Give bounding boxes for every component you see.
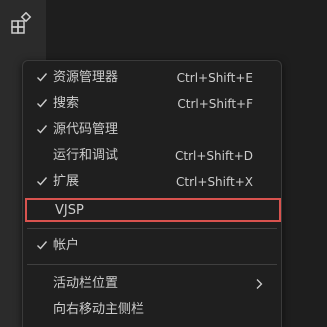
checkmark-icon (37, 177, 48, 186)
menu-item-search[interactable]: 搜索 Ctrl+Shift+F (27, 91, 277, 117)
menu-item-label: VJSP (55, 203, 84, 218)
menu-item-activity-bar-position[interactable]: 活动栏位置 (27, 271, 277, 297)
menu-item-label: 源代码管理 (53, 122, 119, 137)
menu-item-shortcut: Ctrl+Shift+D (175, 149, 253, 163)
activity-bar-context-menu: 资源管理器 Ctrl+Shift+E 搜索 Ctrl+Shift+F 源代码管理… (22, 60, 282, 327)
menu-item-label: 资源管理器 (53, 70, 119, 85)
extensions-activity-item[interactable] (0, 0, 46, 46)
menu-item-explorer[interactable]: 资源管理器 Ctrl+Shift+E (27, 65, 277, 91)
extensions-icon (11, 12, 32, 34)
menu-item-source-control[interactable]: 源代码管理 (27, 117, 277, 143)
menu-item-shortcut: Ctrl+Shift+E (176, 71, 253, 85)
checkmark-icon (37, 241, 48, 250)
menu-item-label: 扩展 (53, 174, 80, 189)
menu-item-label: 向右移动主侧栏 (53, 302, 145, 317)
checkmark-icon (37, 73, 48, 82)
menu-item-label: 搜索 (53, 96, 80, 111)
menu-separator (27, 228, 277, 229)
menu-item-shortcut: Ctrl+Shift+X (176, 175, 253, 189)
menu-item-move-primary-sidebar-right[interactable]: 向右移动主侧栏 (27, 297, 277, 323)
menu-item-shortcut: Ctrl+Shift+F (177, 97, 253, 111)
chevron-right-icon (256, 279, 263, 289)
checkmark-icon (37, 99, 48, 108)
menu-item-run-and-debug[interactable]: 运行和调试 Ctrl+Shift+D (27, 143, 277, 169)
menu-item-accounts[interactable]: 帐户 (27, 233, 277, 259)
menu-item-label: 帐户 (53, 238, 80, 253)
menu-item-extensions[interactable]: 扩展 Ctrl+Shift+X (27, 169, 277, 195)
checkmark-icon (37, 125, 48, 134)
menu-item-vjsp[interactable]: VJSP (25, 198, 281, 222)
menu-item-label: 运行和调试 (53, 148, 119, 163)
menu-separator (27, 264, 277, 265)
menu-item-label: 活动栏位置 (53, 276, 119, 291)
